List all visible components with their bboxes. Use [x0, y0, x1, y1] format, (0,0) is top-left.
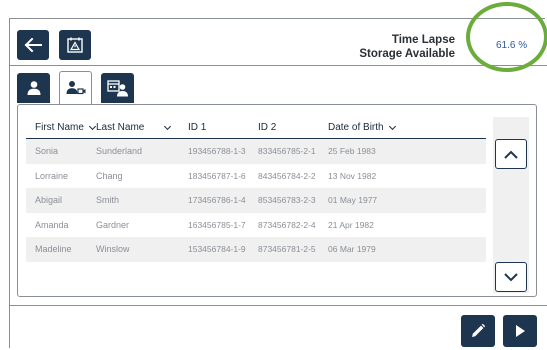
table-header: First Name Last Name ID 1 ID 2 Date of B… [26, 117, 486, 139]
cell-last-name: Winslow [96, 244, 130, 255]
cell-first-name: Amanda [35, 219, 69, 230]
cell-last-name: Chang [96, 170, 123, 181]
cell-id1: 163456785-1-7 [188, 219, 246, 230]
tab-patient-camera[interactable] [59, 71, 92, 104]
chevron-down-icon [88, 122, 96, 130]
back-button[interactable] [17, 30, 49, 60]
play-icon [516, 325, 525, 337]
cell-last-name: Gardner [96, 219, 130, 230]
column-header-last-name[interactable]: Last Name [96, 122, 188, 133]
table-row[interactable]: Abigail Smith 173456786-1-4 853456783-2-… [26, 188, 486, 213]
chevron-down-icon [164, 122, 172, 130]
cell-first-name: Lorraine [35, 170, 69, 181]
calendar-person-icon [106, 80, 128, 97]
cell-id2: 833456785-2-1 [258, 146, 316, 157]
tab-calendar-patient[interactable] [101, 73, 134, 103]
cell-last-name: Sunderland [96, 146, 143, 157]
cell-dob: 13 Nov 1982 [328, 170, 377, 181]
table-body: Sonia Sunderland 193456788-1-3 833456785… [26, 139, 486, 262]
storage-label-line1: Time Lapse [391, 34, 455, 46]
cell-id2: 843456784-2-2 [258, 170, 316, 181]
cell-id1: 153456784-1-9 [188, 244, 246, 255]
cell-first-name: Abigail [35, 195, 63, 206]
cell-id2: 873456782-2-4 [258, 219, 316, 230]
chevron-up-icon [504, 150, 518, 159]
column-header-label: Date of Birth [328, 122, 384, 133]
storage-label-line2: Storage Available [359, 48, 455, 60]
table-row[interactable]: Lorraine Chang 183456787-1-6 843456784-2… [26, 164, 486, 189]
cell-dob: 06 Mar 1979 [328, 244, 376, 255]
chevron-down-icon [504, 272, 518, 281]
cell-first-name: Madeline [35, 244, 72, 255]
scroll-down-button[interactable] [495, 262, 527, 292]
pencil-icon [472, 323, 486, 337]
footer-divider [9, 305, 547, 306]
column-header-label: Last Name [96, 122, 145, 133]
person-camera-icon [66, 81, 85, 95]
cell-id2: 873456781-2-5 [258, 244, 316, 255]
cell-id1: 193456788-1-3 [188, 146, 246, 157]
scroll-track[interactable] [493, 117, 529, 293]
cell-id1: 183456787-1-6 [188, 170, 246, 181]
table-row[interactable]: Sonia Sunderland 193456788-1-3 833456785… [26, 139, 486, 164]
timelapse-button[interactable] [59, 30, 91, 60]
cell-first-name: Sonia [35, 146, 59, 157]
next-button[interactable] [503, 315, 537, 347]
chevron-down-icon [388, 122, 396, 130]
patient-list-panel: First Name Last Name ID 1 ID 2 Date of B… [17, 104, 537, 297]
timelapse-warning-icon [67, 37, 83, 53]
cell-last-name: Smith [96, 195, 120, 206]
cell-dob: 25 Feb 1983 [328, 146, 376, 157]
table-row[interactable]: Madeline Winslow 153456784-1-9 873456781… [26, 237, 486, 262]
scroll-up-button[interactable] [495, 139, 527, 169]
cell-id2: 853456783-2-3 [258, 195, 316, 206]
cell-id1: 173456786-1-4 [188, 195, 246, 206]
storage-label: Time Lapse Storage Available [359, 33, 455, 61]
tab-patient[interactable] [17, 73, 50, 103]
person-icon [27, 81, 40, 95]
column-header-dob[interactable]: Date of Birth [328, 122, 418, 133]
column-header-label: ID 1 [188, 122, 207, 133]
cell-dob: 21 Apr 1982 [328, 219, 374, 230]
patient-table: First Name Last Name ID 1 ID 2 Date of B… [26, 117, 486, 262]
table-row[interactable]: Amanda Gardner 163456785-1-7 873456782-2… [26, 213, 486, 238]
arrow-left-icon [24, 38, 42, 52]
column-header-label: ID 2 [258, 122, 277, 133]
edit-button[interactable] [461, 315, 495, 347]
storage-value: 61.6 % [496, 40, 528, 51]
column-header-id1[interactable]: ID 1 [188, 122, 258, 133]
column-header-label: First Name [35, 122, 84, 133]
column-header-id2[interactable]: ID 2 [258, 122, 328, 133]
header-divider [9, 65, 547, 66]
column-header-first-name[interactable]: First Name [26, 122, 96, 133]
cell-dob: 01 May 1977 [328, 195, 378, 206]
